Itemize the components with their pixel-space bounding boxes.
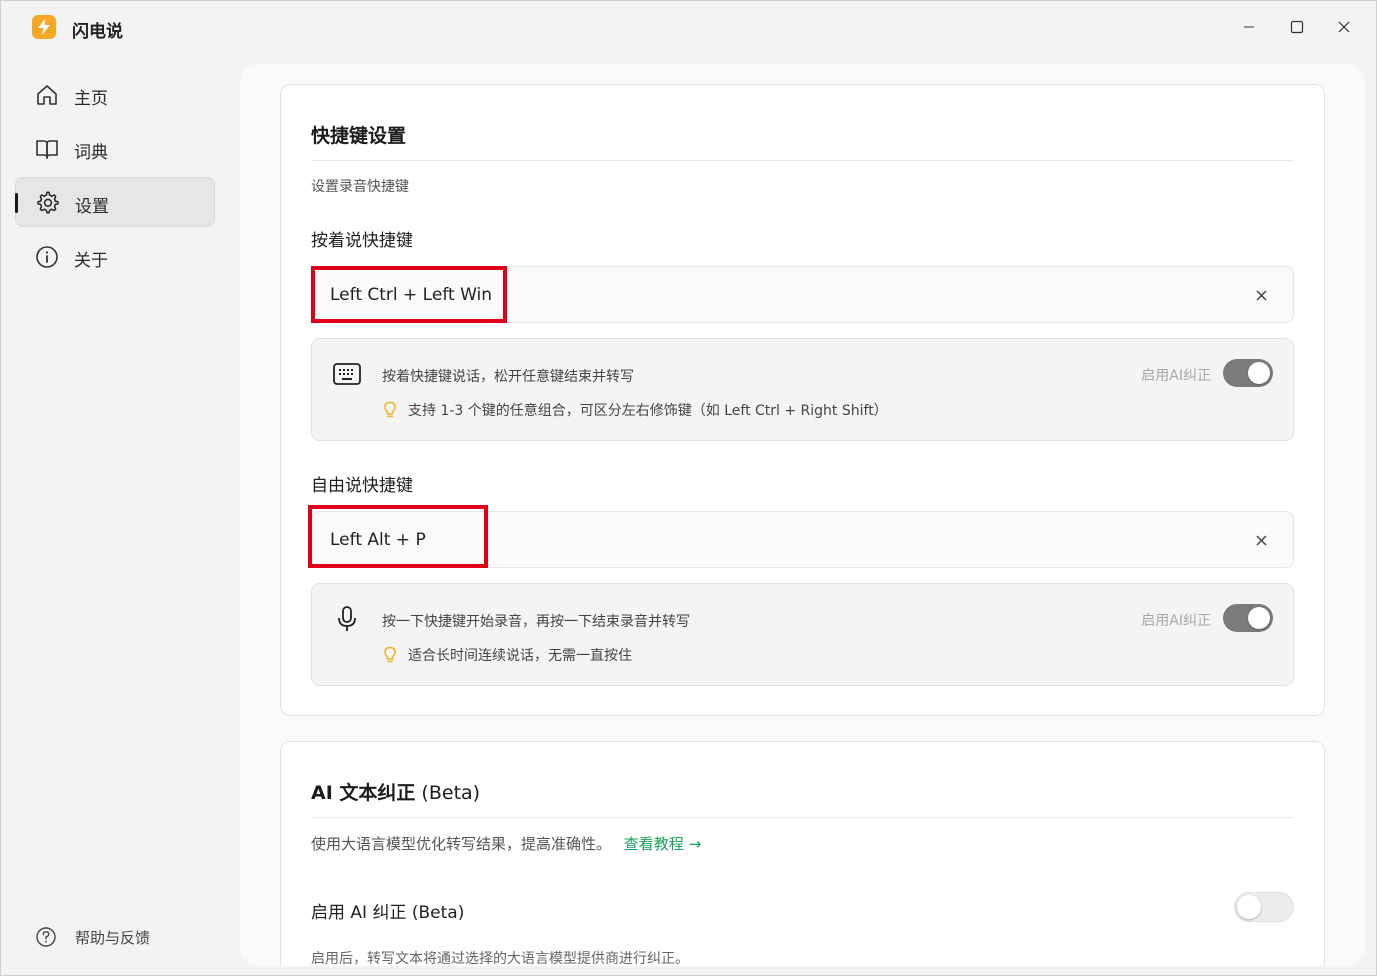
toggle-knob bbox=[1248, 607, 1270, 629]
toggle-knob bbox=[1248, 362, 1270, 384]
close-icon bbox=[1255, 289, 1267, 301]
gear-icon bbox=[37, 191, 59, 214]
free-ai-correction-toggle[interactable] bbox=[1223, 604, 1273, 632]
sidebar: 主页 词典 设置 关于 帮助与反馈 bbox=[1, 53, 231, 976]
shortcut-subtitle: 设置录音快捷键 bbox=[311, 179, 409, 195]
hold-shortcut-tip: 支持 1-3 个键的任意组合，可区分左右修饰键（如 Left Ctrl + Ri… bbox=[382, 400, 888, 420]
lightbulb-icon bbox=[384, 401, 396, 418]
sidebar-item-label: 主页 bbox=[74, 89, 108, 109]
shortcut-settings-card: 快捷键设置 设置录音快捷键 按着说快捷键 Left Ctrl + Left Wi… bbox=[280, 84, 1325, 716]
sidebar-item-home[interactable]: 主页 bbox=[15, 70, 215, 120]
hold-shortcut-value: Left Ctrl + Left Win bbox=[330, 285, 493, 305]
ai-card-title: AI 文本纠正 (Beta) bbox=[311, 778, 480, 805]
sidebar-item-label: 词典 bbox=[74, 143, 108, 163]
active-indicator bbox=[15, 193, 18, 213]
hold-shortcut-description: 按着快捷键说话，松开任意键结束并转写 bbox=[382, 369, 634, 385]
sidebar-item-label: 设置 bbox=[75, 197, 109, 217]
keyboard-icon bbox=[333, 363, 361, 385]
free-ai-correction-label: 启用AI纠正 bbox=[1141, 613, 1211, 629]
ai-correction-card: AI 文本纠正 (Beta) 使用大语言模型优化转写结果，提高准确性。 查看教程… bbox=[280, 741, 1325, 966]
minimize-button[interactable] bbox=[1233, 13, 1265, 41]
card-divider bbox=[311, 817, 1294, 818]
question-icon bbox=[36, 927, 56, 947]
lightning-logo-icon bbox=[32, 15, 56, 39]
sidebar-item-dictionary[interactable]: 词典 bbox=[15, 124, 215, 174]
app-window: 闪电说 主页 词典 设置 关于 帮助与反馈 快捷键设置 设置录音快捷键 按着说快… bbox=[0, 0, 1377, 976]
free-shortcut-info-box: 按一下快捷键开始录音，再按一下结束录音并转写 适合长时间连续说话，无需一直按住 … bbox=[311, 583, 1294, 686]
free-shortcut-tip: 适合长时间连续说话，无需一直按住 bbox=[382, 645, 632, 665]
maximize-button[interactable] bbox=[1281, 13, 1313, 41]
home-icon bbox=[37, 85, 57, 105]
hold-shortcut-info-box: 按着快捷键说话，松开任意键结束并转写 支持 1-3 个键的任意组合，可区分左右修… bbox=[311, 338, 1294, 441]
help-label: 帮助与反馈 bbox=[75, 928, 151, 947]
ai-correction-toggle-description: 启用后，转写文本将通过选择的大语言模型提供商进行纠正。 bbox=[311, 951, 689, 966]
info-icon bbox=[36, 246, 58, 268]
close-icon bbox=[1255, 534, 1267, 546]
toggle-knob bbox=[1237, 895, 1261, 919]
hold-shortcut-clear-button[interactable] bbox=[1251, 285, 1271, 305]
free-shortcut-input[interactable]: Left Alt + P bbox=[311, 511, 1294, 568]
app-title: 闪电说 bbox=[72, 22, 123, 42]
hold-ai-correction-toggle[interactable] bbox=[1223, 359, 1273, 387]
ai-card-description-row: 使用大语言模型优化转写结果，提高准确性。 查看教程 → bbox=[311, 833, 701, 854]
hold-shortcut-label: 按着说快捷键 bbox=[311, 231, 413, 251]
free-shortcut-label: 自由说快捷键 bbox=[311, 476, 413, 496]
ai-card-description: 使用大语言模型优化转写结果，提高准确性。 bbox=[311, 835, 612, 853]
sidebar-item-about[interactable]: 关于 bbox=[15, 232, 215, 282]
hold-shortcut-tip-text: 支持 1-3 个键的任意组合，可区分左右修饰键（如 Left Ctrl + Ri… bbox=[408, 403, 888, 419]
ai-card-title-main: AI 文本纠正 bbox=[311, 782, 416, 804]
free-shortcut-clear-button[interactable] bbox=[1251, 530, 1271, 550]
lightbulb-icon bbox=[384, 646, 396, 663]
free-shortcut-tip-text: 适合长时间连续说话，无需一直按住 bbox=[408, 648, 632, 664]
close-window-button[interactable] bbox=[1328, 13, 1360, 41]
free-shortcut-description: 按一下快捷键开始录音，再按一下结束录音并转写 bbox=[382, 614, 690, 630]
hold-ai-correction-label: 启用AI纠正 bbox=[1141, 368, 1211, 384]
hold-shortcut-input[interactable]: Left Ctrl + Left Win bbox=[311, 266, 1294, 323]
sidebar-item-label: 关于 bbox=[74, 251, 108, 271]
microphone-icon bbox=[338, 606, 356, 631]
sidebar-item-settings[interactable]: 设置 bbox=[15, 177, 215, 227]
help-feedback-link[interactable]: 帮助与反馈 bbox=[35, 925, 150, 949]
free-shortcut-value: Left Alt + P bbox=[330, 530, 426, 550]
enable-ai-correction-label: 启用 AI 纠正 (Beta) bbox=[311, 903, 465, 923]
book-icon bbox=[36, 140, 58, 159]
maximize-icon bbox=[1290, 20, 1304, 34]
title-bar: 闪电说 bbox=[1, 1, 1377, 53]
ai-card-title-beta: (Beta) bbox=[415, 782, 481, 804]
minimize-icon bbox=[1244, 26, 1254, 28]
card-divider bbox=[311, 160, 1294, 161]
close-icon bbox=[1338, 21, 1350, 33]
view-tutorial-link[interactable]: 查看教程 → bbox=[624, 835, 701, 853]
enable-ai-correction-toggle[interactable] bbox=[1234, 892, 1294, 922]
main-content[interactable]: 快捷键设置 设置录音快捷键 按着说快捷键 Left Ctrl + Left Wi… bbox=[240, 64, 1365, 966]
shortcut-card-title: 快捷键设置 bbox=[311, 125, 407, 147]
